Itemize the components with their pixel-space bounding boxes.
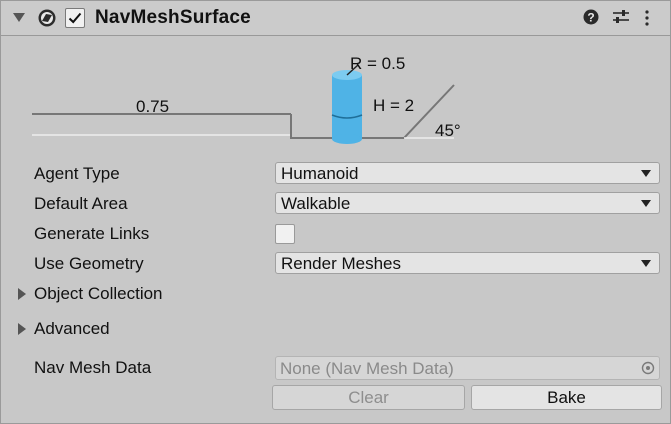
- radius-label: R = 0.5: [350, 54, 405, 73]
- dropdown-arrow-icon: [641, 200, 651, 207]
- agent-cylinder: [331, 64, 363, 144]
- agent-settings-diagram: 0.75 R = 0.5 H = 2 45°: [32, 54, 461, 144]
- checkmark-icon: [68, 12, 82, 24]
- dropdown-arrow-icon: [641, 170, 651, 177]
- dropdown-arrow-icon: [641, 260, 651, 267]
- default-area-value: Walkable: [281, 194, 351, 213]
- svg-text:?: ?: [587, 11, 594, 25]
- default-area-dropdown[interactable]: Walkable: [275, 192, 660, 214]
- object-collection-foldout[interactable]: Object Collection: [34, 284, 163, 304]
- help-icon[interactable]: ?: [583, 9, 599, 25]
- generate-links-label: Generate Links: [34, 224, 150, 243]
- nav-mesh-data-field[interactable]: None (Nav Mesh Data): [275, 356, 660, 380]
- object-picker-icon[interactable]: [641, 361, 655, 375]
- nav-mesh-data-value: None (Nav Mesh Data): [280, 359, 454, 378]
- use-geometry-label: Use Geometry: [34, 254, 144, 273]
- object-collection-foldout-icon[interactable]: [18, 288, 26, 300]
- presets-icon[interactable]: [612, 9, 630, 25]
- nav-mesh-data-label: Nav Mesh Data: [34, 358, 152, 377]
- menu-icon[interactable]: [644, 9, 650, 27]
- advanced-foldout[interactable]: Advanced: [34, 319, 110, 339]
- agent-type-dropdown[interactable]: Humanoid: [275, 162, 660, 184]
- component-title: NavMeshSurface: [95, 7, 251, 28]
- agent-type-value: Humanoid: [281, 164, 359, 183]
- slope-label: 45°: [435, 121, 461, 140]
- enabled-checkbox[interactable]: [65, 8, 85, 28]
- use-geometry-value: Render Meshes: [281, 254, 402, 273]
- agent-type-label: Agent Type: [34, 164, 120, 183]
- use-geometry-dropdown[interactable]: Render Meshes: [275, 252, 660, 274]
- inspector-component-panel: NavMeshSurface ? 0.75 R = 0.5 H = 2 45° …: [0, 0, 671, 424]
- component-header[interactable]: NavMeshSurface ?: [1, 1, 670, 36]
- default-area-label: Default Area: [34, 194, 128, 213]
- clear-button[interactable]: Clear: [272, 385, 465, 410]
- height-label: H = 2: [373, 96, 414, 115]
- advanced-foldout-icon[interactable]: [18, 323, 26, 335]
- generate-links-checkbox[interactable]: [275, 224, 295, 244]
- navmesh-icon: [38, 9, 56, 27]
- bake-button[interactable]: Bake: [471, 385, 662, 410]
- step-height-label: 0.75: [136, 97, 169, 116]
- collapse-arrow-icon[interactable]: [13, 13, 25, 22]
